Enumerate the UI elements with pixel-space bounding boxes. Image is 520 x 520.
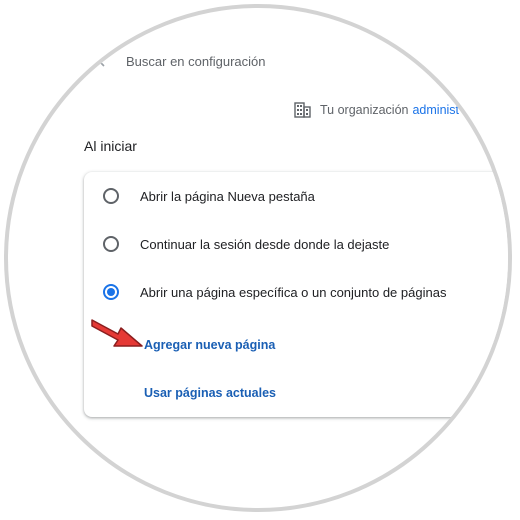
startup-options-card: Abrir la página Nueva pestaña Continuar … (84, 172, 508, 417)
section-title: Al iniciar (84, 138, 137, 154)
option-label: Abrir una página específica o un conjunt… (140, 284, 447, 300)
add-page-button[interactable]: Agregar nueva página (144, 338, 275, 352)
organization-text: Tu organización (320, 103, 409, 117)
use-current-pages-button[interactable]: Usar páginas actuales (144, 386, 276, 400)
option-label: Continuar la sesión desde donde la dejas… (140, 236, 390, 252)
option-specific-pages[interactable]: Abrir una página específica o un conjunt… (84, 268, 508, 316)
option-continue-session[interactable]: Continuar la sesión desde donde la dejas… (84, 220, 508, 268)
search-input[interactable]: Buscar en configuración (126, 54, 265, 69)
red-arrow-icon (91, 319, 143, 347)
organization-notice: Tu organización administ (294, 102, 459, 118)
option-label: Abrir la página Nueva pestaña (140, 188, 315, 204)
search-bar[interactable]: Buscar en configuración (94, 40, 508, 82)
radio-continue-session[interactable] (103, 236, 119, 252)
organization-link[interactable]: administ (412, 103, 459, 117)
circular-frame: Buscar en configuración Tu organización … (4, 4, 512, 512)
chevron-left-icon[interactable] (94, 53, 110, 69)
option-new-tab[interactable]: Abrir la página Nueva pestaña (84, 172, 508, 220)
radio-specific-pages[interactable] (103, 284, 119, 300)
radio-new-tab[interactable] (103, 188, 119, 204)
building-icon (294, 102, 311, 118)
